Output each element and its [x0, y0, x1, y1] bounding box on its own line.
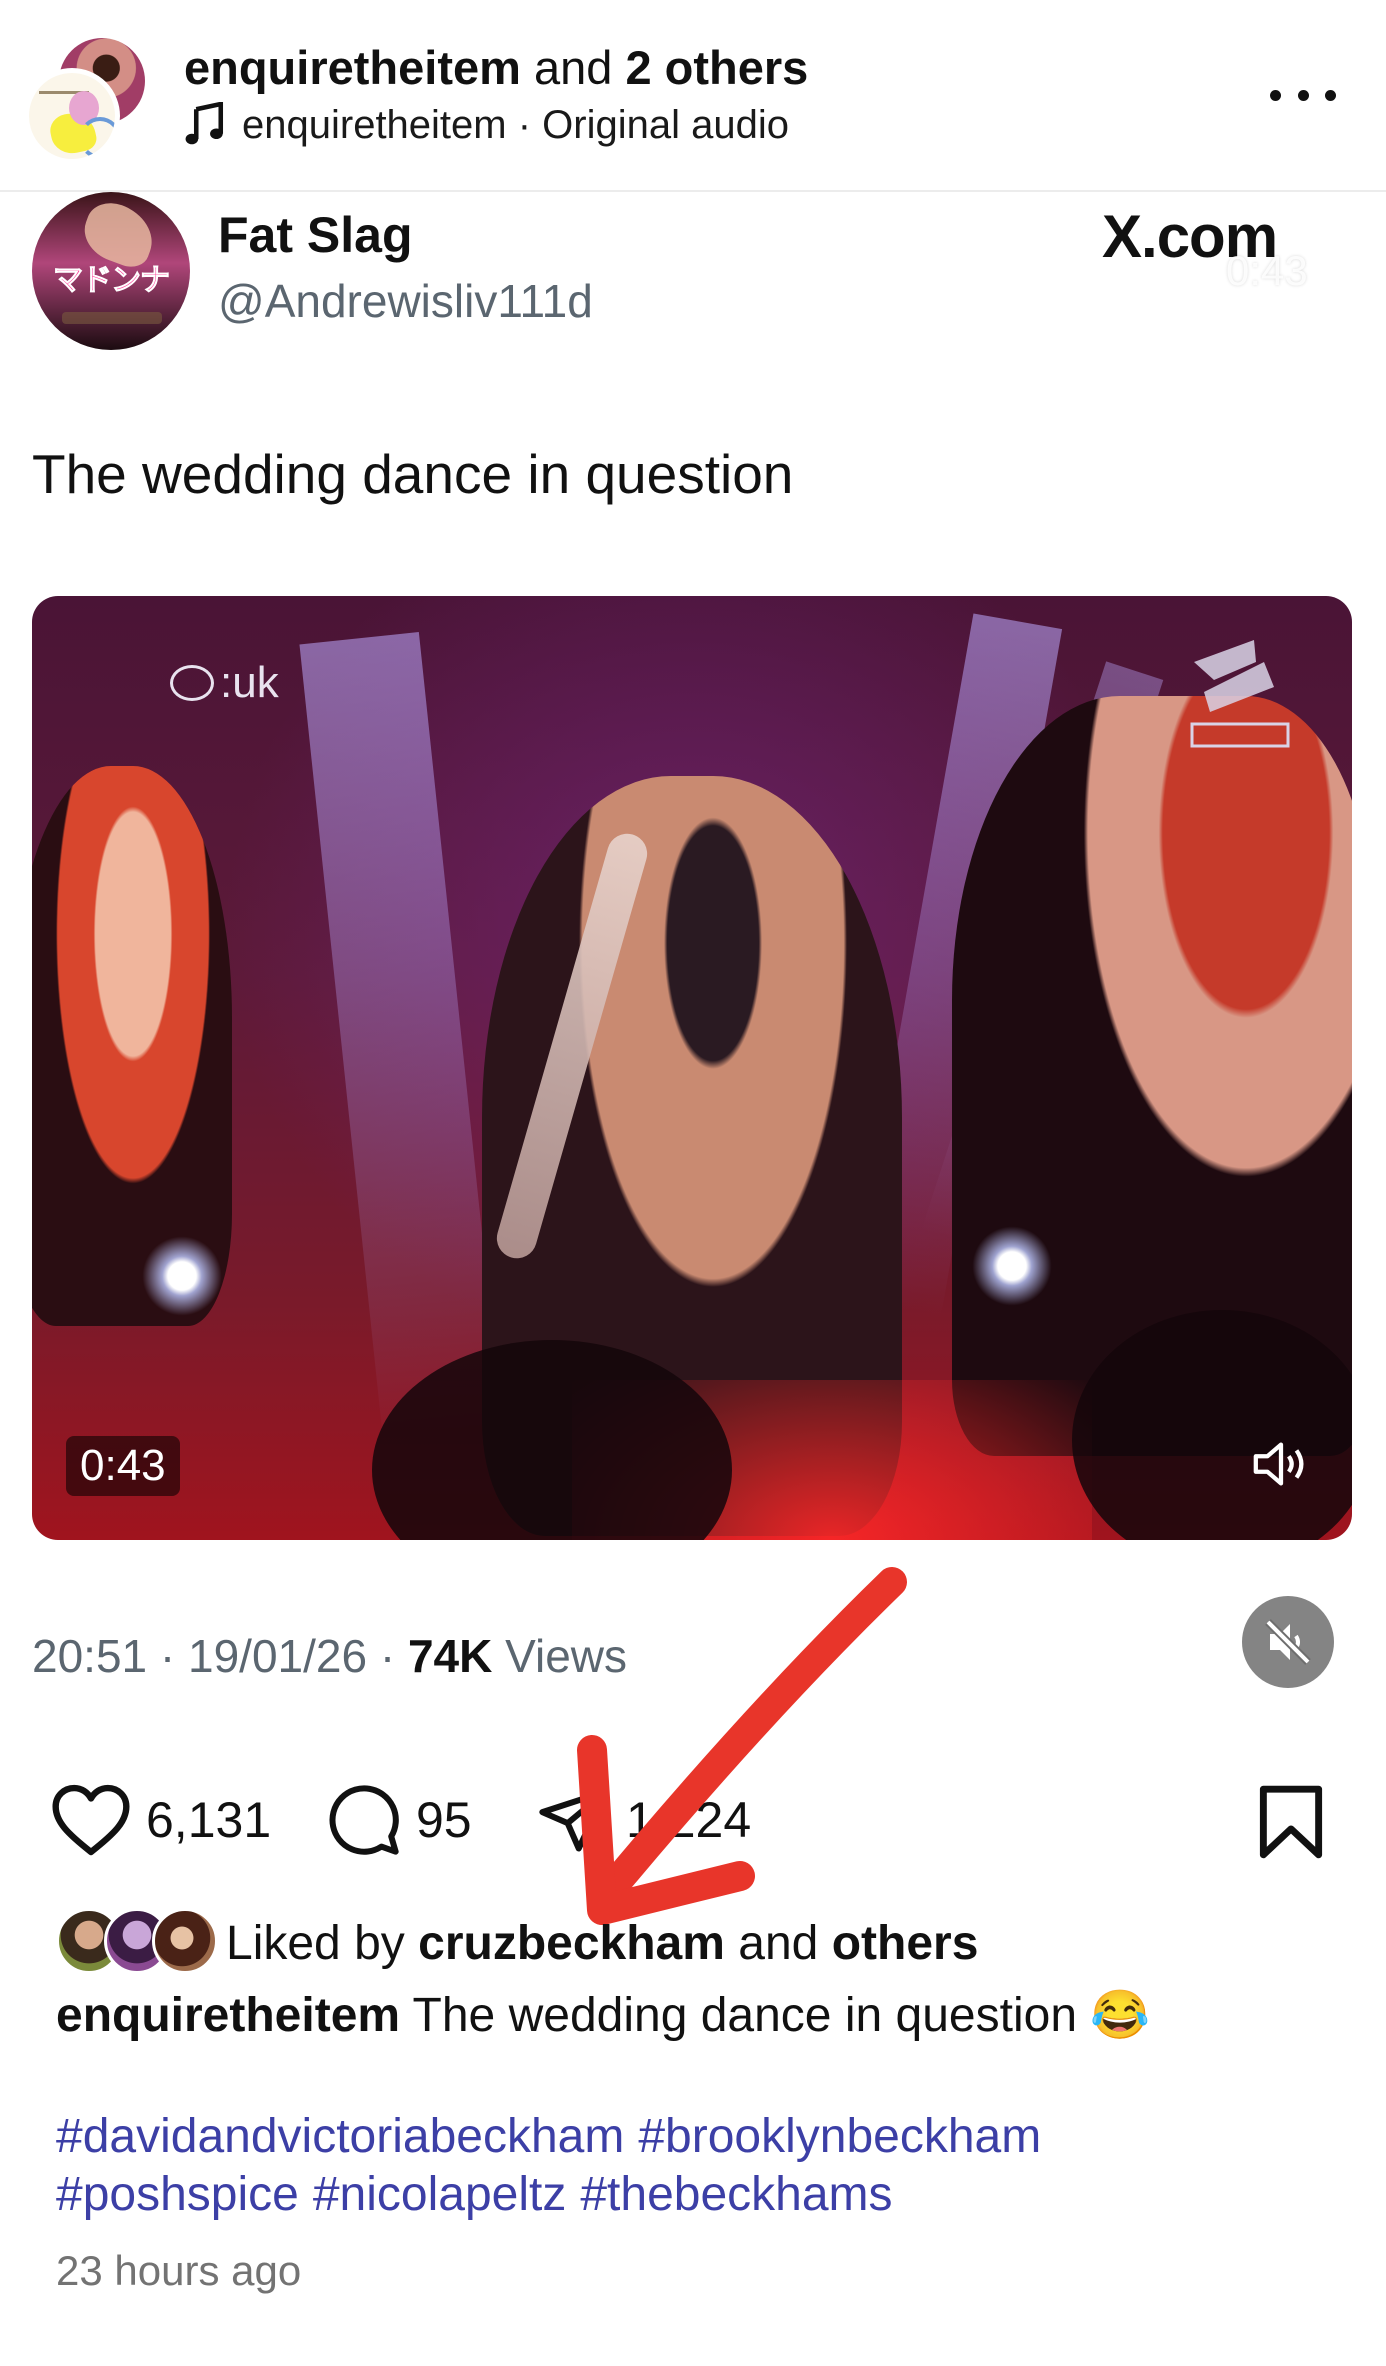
audio-line[interactable]: enquiretheitem · Original audio — [184, 98, 789, 152]
channel-logo: :uk — [170, 658, 279, 708]
hashtag-link[interactable]: #thebeckhams — [580, 2168, 892, 2221]
tweet-avatar: マドンナ — [32, 192, 190, 350]
tweet-display-name: Fat Slag — [218, 207, 413, 263]
like-action[interactable]: 6,131 — [50, 1780, 271, 1860]
bookmark-icon[interactable] — [1256, 1784, 1326, 1860]
source-overlay-time: 0:43 — [1226, 247, 1308, 294]
post-timestamp: 23 hours ago — [56, 2247, 302, 2294]
hashtag-list: #davidandvictoriabeckham #brooklynbeckham… — [56, 2108, 1296, 2224]
hashtag-link[interactable]: #nicolapeltz — [313, 2168, 567, 2221]
channel-2-logo — [1190, 640, 1290, 748]
annotation-arrow — [577, 1567, 907, 1925]
caption-emoji: 😂 — [1090, 1989, 1151, 2042]
caption: enquiretheitem The wedding dance in ques… — [56, 1984, 1150, 2048]
post-header: enquiretheitem and 2 others enquiretheit… — [0, 0, 1386, 192]
tweet-handle: @Andrewisliv111d — [218, 275, 593, 327]
hashtag-link[interactable]: #davidandvictoriabeckham — [56, 2110, 624, 2163]
collab-avatars[interactable] — [24, 38, 145, 164]
avatar[interactable] — [24, 68, 120, 164]
liker-avatars[interactable] — [56, 1908, 218, 1974]
music-note-icon — [185, 102, 224, 145]
post-authors[interactable]: enquiretheitem and 2 others — [184, 38, 808, 98]
caption-text: The wedding dance in question — [400, 1989, 1091, 2042]
tweet-text: The wedding dance in question — [32, 443, 794, 505]
views-count: 74K — [407, 1630, 493, 1682]
send-icon[interactable] — [536, 1782, 612, 1858]
mute-button[interactable] — [1242, 1596, 1334, 1688]
author-username[interactable]: enquiretheitem — [184, 41, 521, 94]
comment-action[interactable]: 95 — [326, 1780, 472, 1860]
caption-username[interactable]: enquiretheitem — [56, 1989, 400, 2042]
views-label: Views — [505, 1630, 628, 1682]
liked-by[interactable]: Liked by cruzbeckham and others — [226, 1914, 978, 1974]
comment-icon[interactable] — [326, 1782, 402, 1858]
share-action[interactable]: 1,224 — [536, 1780, 751, 1860]
avatar-text: マドンナ — [53, 264, 171, 298]
tweet-time: 20:51 — [32, 1630, 148, 1682]
avatar[interactable] — [152, 1908, 218, 1974]
channel-logo-text: :uk — [220, 658, 279, 707]
hashtag-link[interactable]: #poshspice — [56, 2168, 299, 2221]
volume-icon[interactable] — [1250, 1436, 1312, 1492]
title-and: and — [533, 41, 613, 94]
more-icon[interactable] — [1270, 80, 1336, 110]
liker-username[interactable]: cruzbeckham — [418, 1917, 725, 1970]
heart-icon[interactable] — [50, 1783, 132, 1857]
audio-separator: · — [506, 103, 543, 147]
liked-others-link[interactable]: others — [832, 1917, 979, 1970]
likes-count: 6,131 — [146, 1792, 272, 1848]
tweet-date: 19/01/26 — [188, 1630, 368, 1682]
tweet-meta: 20:51 · 19/01/26 · 74K Views — [32, 1630, 628, 1682]
hashtag-link[interactable]: #brooklynbeckham — [638, 2110, 1041, 2163]
others-link[interactable]: 2 others — [625, 41, 808, 94]
mute-icon — [1265, 1619, 1311, 1665]
shares-count: 1,224 — [626, 1792, 752, 1848]
audio-account: enquiretheitem — [242, 103, 507, 147]
audio-label: Original audio — [542, 103, 789, 147]
video-player[interactable]: :uk 0:43 — [32, 596, 1352, 1540]
comments-count: 95 — [416, 1792, 472, 1848]
video-duration: 0:43 — [66, 1436, 180, 1496]
